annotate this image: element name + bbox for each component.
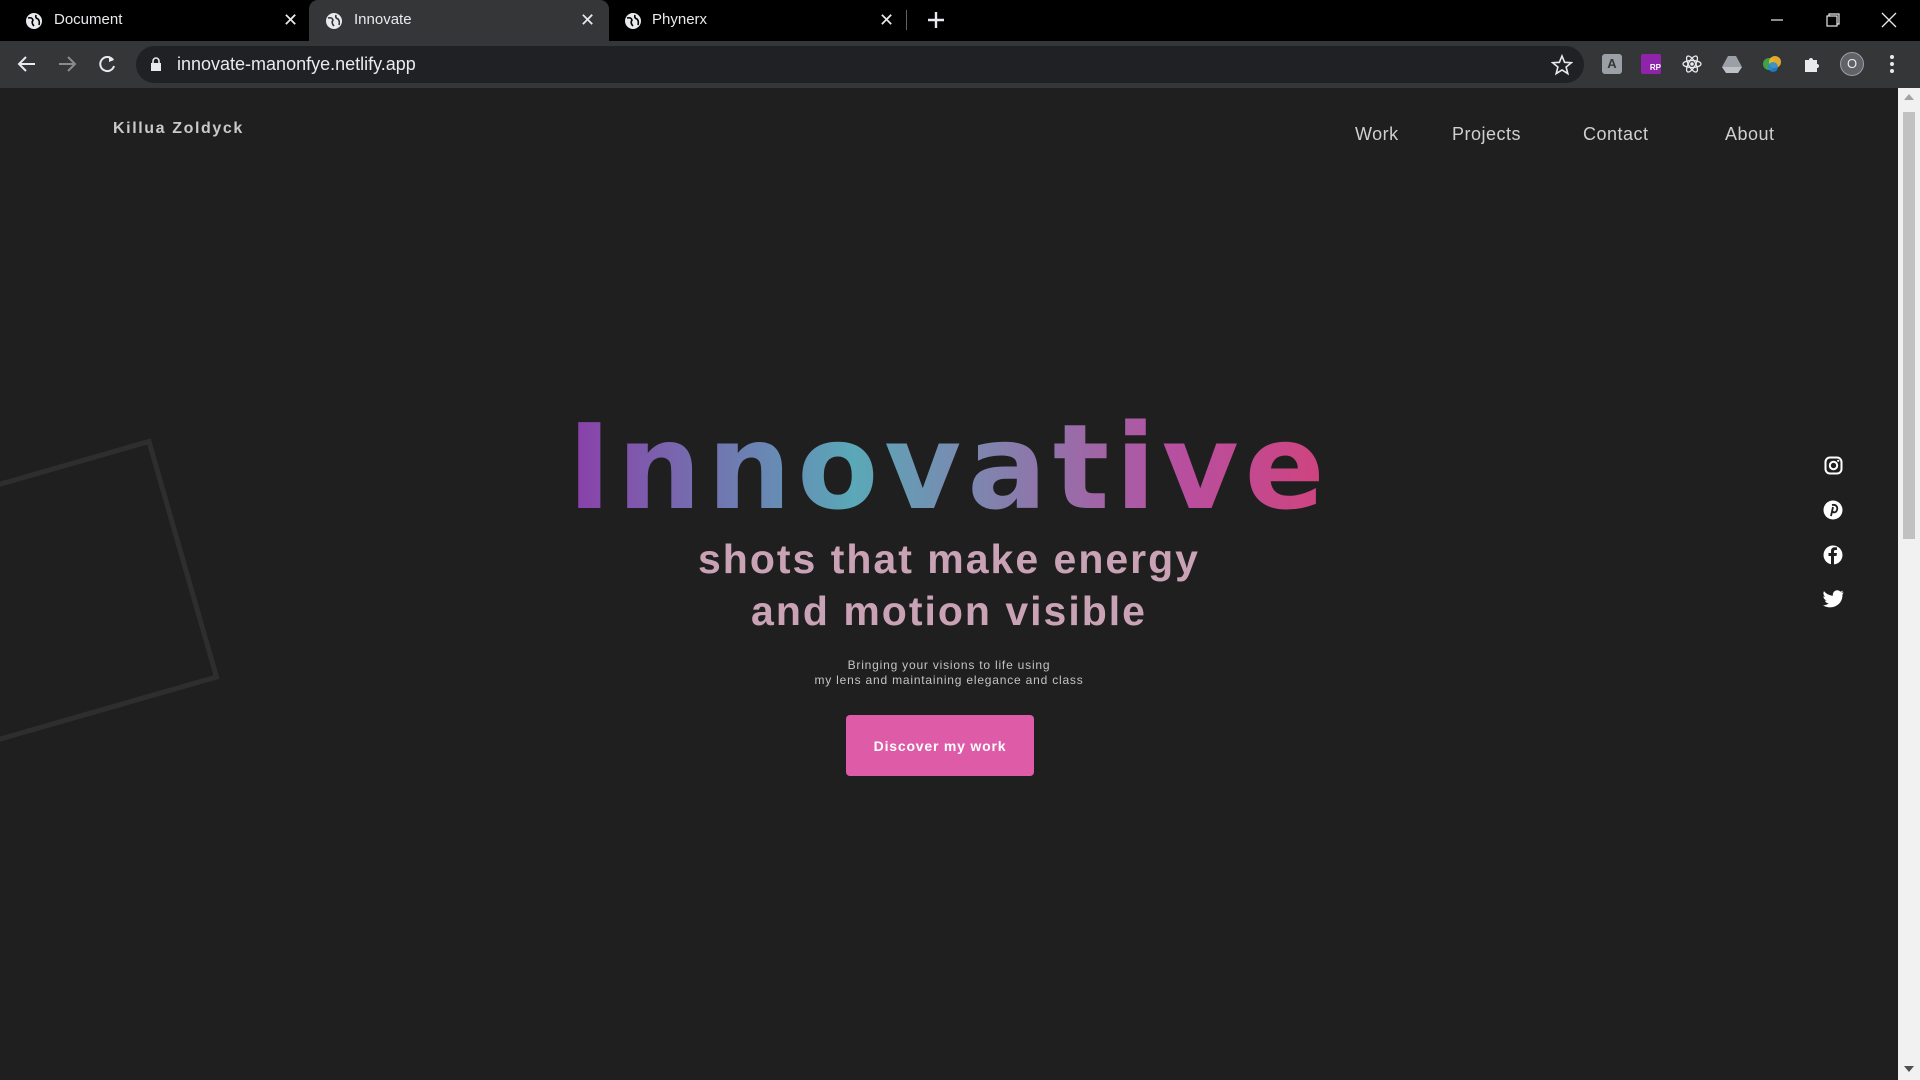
hero-subtitle-line: and motion visible: [751, 588, 1147, 634]
twitter-icon: [1822, 590, 1843, 608]
react-devtools-icon[interactable]: [1679, 51, 1705, 77]
puzzle-icon: [1805, 58, 1819, 72]
extensions-button[interactable]: [1799, 51, 1825, 77]
globe-icon: [625, 13, 641, 29]
profile-button[interactable]: O: [1839, 51, 1865, 77]
url-text: innovate-manonfye.netlify.app: [177, 54, 416, 74]
grammar-extension-icon[interactable]: A: [1599, 51, 1625, 77]
nav-work[interactable]: Work: [1355, 124, 1399, 145]
forward-button[interactable]: [53, 50, 81, 78]
facebook-link[interactable]: [1822, 544, 1844, 566]
drive-icon: [1722, 56, 1742, 73]
back-button[interactable]: [13, 50, 41, 78]
menu-button[interactable]: [1879, 51, 1905, 77]
arrow-right-icon: [59, 56, 77, 72]
restore-icon: [1826, 13, 1840, 27]
globe-icon: [326, 13, 342, 29]
hero-subtitle: shots that make energy and motion visibl…: [0, 533, 1898, 637]
arrow-left-icon: [17, 56, 35, 72]
close-window-button[interactable]: [1866, 6, 1912, 34]
kebab-menu-icon: [1890, 55, 1894, 73]
globe-icon: [26, 13, 42, 29]
address-bar[interactable]: innovate-manonfye.netlify.app: [136, 46, 1584, 83]
page-scrollbar[interactable]: [1898, 88, 1920, 1080]
site-brand[interactable]: Killua Zoldyck: [113, 120, 244, 138]
tab-innovate[interactable]: Innovate ✕: [309, 0, 609, 41]
minimize-button[interactable]: [1754, 6, 1800, 34]
scroll-up-arrow-icon[interactable]: [1904, 94, 1914, 100]
instagram-link[interactable]: [1822, 454, 1844, 476]
pinterest-link[interactable]: [1822, 499, 1844, 521]
plus-icon: [928, 12, 944, 28]
drive-icon[interactable]: [1719, 51, 1745, 77]
tab-title: Phynerx: [652, 11, 708, 28]
close-icon[interactable]: ✕: [580, 11, 595, 29]
nav-contact[interactable]: Contact: [1583, 124, 1649, 145]
reload-button[interactable]: [93, 50, 121, 78]
browser-toolbar: innovate-manonfye.netlify.app A RP O: [0, 41, 1920, 88]
color-picker-icon: [1763, 56, 1781, 72]
hero-title: Innovative: [0, 391, 1898, 544]
tab-strip: Document ✕ Innovate ✕ Phynerx ✕: [0, 0, 1920, 41]
tab-phynerx[interactable]: Phynerx ✕: [609, 0, 909, 41]
instagram-icon: [1824, 456, 1842, 474]
new-tab-button[interactable]: [922, 6, 950, 34]
hero-subtitle-line: shots that make energy: [698, 536, 1200, 582]
tab-separator: [906, 10, 907, 30]
nav-projects[interactable]: Projects: [1452, 124, 1521, 145]
avatar: O: [1840, 52, 1864, 76]
pinterest-icon: [1823, 500, 1843, 520]
discover-work-button[interactable]: Discover my work: [846, 715, 1034, 776]
minimize-icon: [1771, 19, 1783, 21]
close-icon[interactable]: ✕: [879, 11, 894, 29]
rp-extension-icon[interactable]: RP: [1638, 51, 1664, 77]
scroll-thumb[interactable]: [1903, 112, 1915, 539]
close-icon: [1881, 12, 1897, 28]
close-icon[interactable]: ✕: [283, 11, 298, 29]
hero-description-line: Bringing your visions to life using: [847, 658, 1051, 672]
twitter-link[interactable]: [1822, 588, 1844, 610]
hero-description: Bringing your visions to life using my l…: [0, 658, 1898, 688]
tab-title: Innovate: [354, 11, 412, 28]
scroll-down-arrow-icon[interactable]: [1904, 1066, 1914, 1072]
facebook-icon: [1823, 545, 1843, 565]
react-icon: [1682, 55, 1702, 73]
tab-document[interactable]: Document ✕: [0, 0, 300, 41]
rp-extension-icon: RP: [1641, 54, 1661, 74]
tab-title: Document: [54, 11, 123, 28]
restore-button[interactable]: [1810, 6, 1856, 34]
lock-icon: [151, 57, 161, 71]
hero-description-line: my lens and maintaining elegance and cla…: [814, 673, 1084, 687]
grammar-extension-icon: A: [1602, 54, 1622, 74]
reload-icon: [99, 56, 115, 73]
web-page: Killua Zoldyck Work Projects Contact Abo…: [0, 88, 1898, 1080]
star-icon[interactable]: [1551, 54, 1573, 76]
color-extension-icon[interactable]: [1759, 51, 1785, 77]
nav-about[interactable]: About: [1725, 124, 1775, 145]
